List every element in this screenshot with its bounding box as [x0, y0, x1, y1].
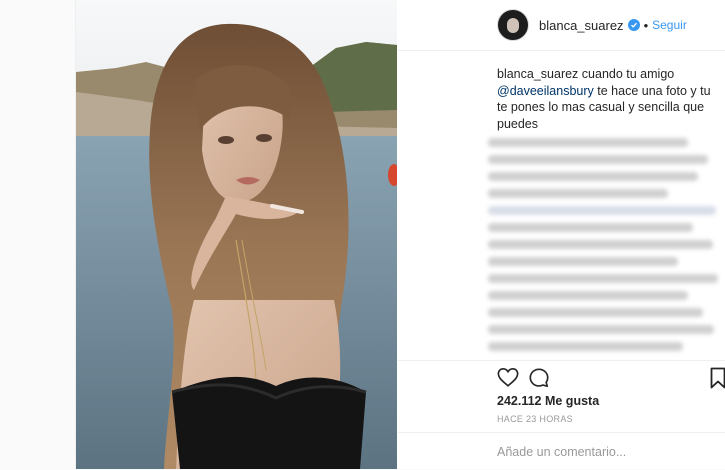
username-link[interactable]: blanca_suarez	[539, 18, 624, 33]
verified-badge-icon	[627, 19, 640, 31]
comment-box	[398, 432, 725, 470]
likes-count[interactable]: 242.112 Me gusta	[497, 394, 599, 408]
post-timestamp[interactable]: HACE 23 HORAS	[497, 414, 573, 424]
caption-username[interactable]: blanca_suarez	[497, 67, 578, 81]
post-photo[interactable]	[76, 0, 397, 469]
blurred-comments	[488, 138, 724, 360]
action-icons	[497, 367, 725, 391]
woman-portrait-image	[76, 0, 397, 469]
caption-mention-link[interactable]: @daveeilansbury	[497, 84, 594, 98]
bookmark-icon[interactable]	[710, 367, 725, 389]
follow-button[interactable]: Seguir	[652, 18, 687, 32]
comment-input[interactable]	[497, 445, 722, 459]
post-header: blanca_suarez • Seguir	[398, 0, 725, 51]
heart-icon[interactable]	[497, 367, 519, 388]
comment-icon[interactable]	[528, 367, 550, 389]
post-actions: 242.112 Me gusta HACE 23 HORAS	[398, 360, 725, 424]
post-sidebar: blanca_suarez • Seguir blanca_suarez cua…	[398, 0, 725, 469]
separator-dot: •	[643, 17, 649, 33]
avatar[interactable]	[497, 9, 529, 41]
caption-text-1: cuando tu amigo	[581, 67, 675, 81]
post-caption: blanca_suarez cuando tu amigo @daveeilan…	[497, 66, 722, 132]
instagram-post: blanca_suarez • Seguir blanca_suarez cua…	[75, 0, 725, 469]
